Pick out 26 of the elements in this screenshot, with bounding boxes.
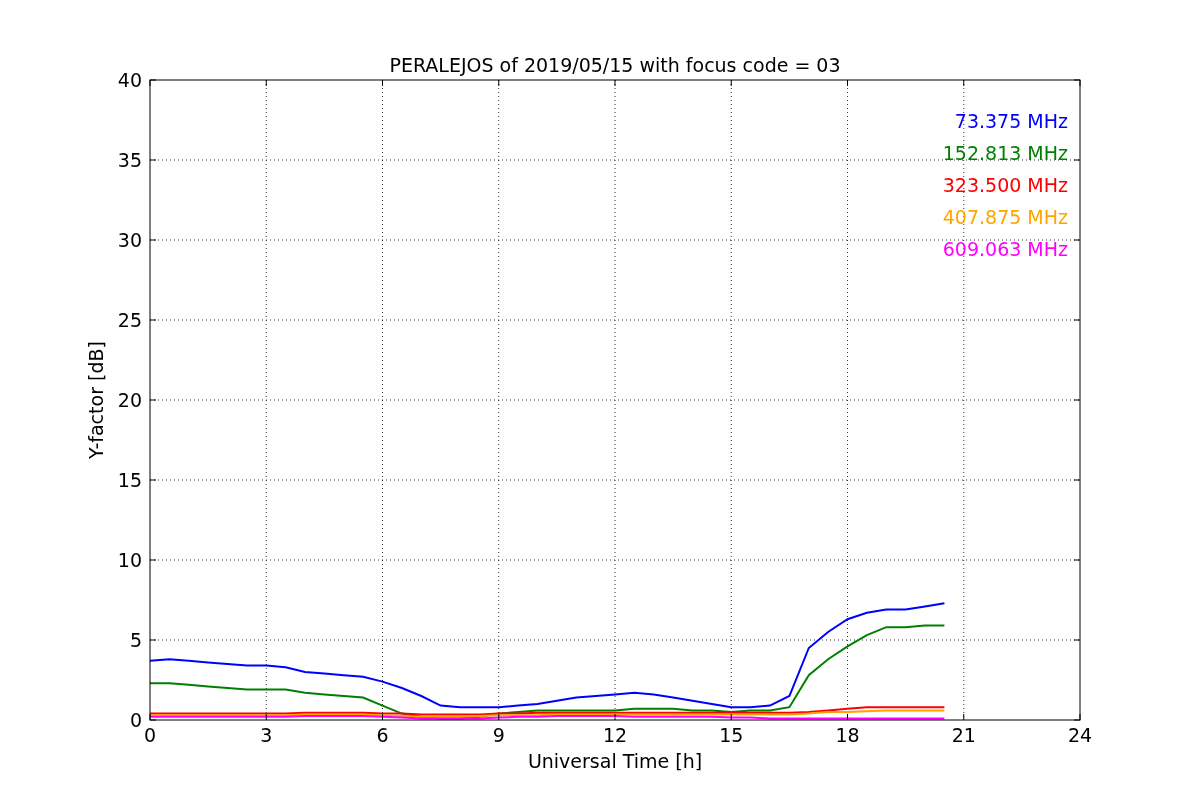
x-tick-label: 18	[835, 724, 860, 746]
y-tick-label: 40	[117, 69, 142, 91]
y-tick-label: 15	[117, 469, 142, 491]
y-axis-label: Y-factor [dB]	[85, 341, 107, 459]
legend-label: 152.813 MHz	[942, 142, 1068, 164]
x-tick-label: 21	[951, 724, 976, 746]
legend-label: 73.375 MHz	[954, 110, 1068, 132]
x-tick-label: 6	[376, 724, 389, 746]
x-tick-label: 3	[260, 724, 273, 746]
y-tick-label: 5	[129, 629, 142, 651]
x-tick-label: 24	[1067, 724, 1093, 746]
legend-label: 407.875 MHz	[942, 206, 1068, 228]
legend-label: 609.063 MHz	[942, 238, 1068, 260]
y-tick-label: 35	[117, 149, 142, 171]
x-axis-label: Universal Time [h]	[527, 750, 703, 772]
y-tick-label: 0	[129, 709, 142, 731]
y-tick-label: 10	[117, 549, 142, 571]
y-tick-label: 25	[117, 309, 142, 331]
legend-label: 323.500 MHz	[942, 174, 1068, 196]
chart-title: PERALEJOS of 2019/05/15 with focus code = 03	[389, 54, 841, 76]
x-tick-label: 12	[602, 724, 628, 746]
x-tick-label: 9	[492, 724, 505, 746]
x-tick-label: 0	[143, 724, 157, 746]
y-tick-label: 30	[117, 229, 142, 251]
y-tick-label: 20	[117, 389, 142, 411]
x-tick-label: 15	[719, 724, 744, 746]
